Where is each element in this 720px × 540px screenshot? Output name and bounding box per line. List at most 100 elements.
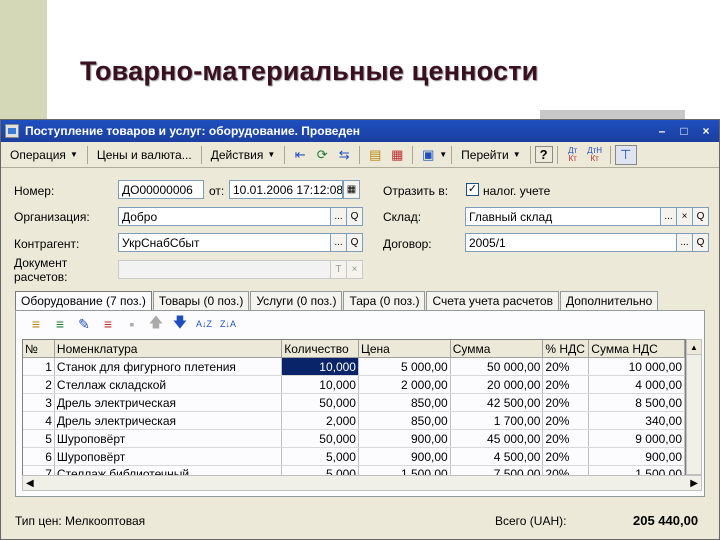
debit-credit-icon[interactable]: Дт Кт bbox=[562, 145, 584, 165]
table-row[interactable]: 3 Дрель электрическая 50,000 850,00 42 5… bbox=[23, 394, 685, 412]
move-icon[interactable]: ⇆ bbox=[333, 145, 355, 165]
search-icon[interactable]: Q bbox=[692, 233, 709, 252]
contractor-field[interactable]: УкрСнабСбыт bbox=[118, 233, 331, 252]
delete-row-icon[interactable]: ≡ bbox=[96, 314, 120, 334]
tab-equipment[interactable]: Оборудование (7 поз.) bbox=[15, 291, 152, 312]
table-row[interactable]: 6 Шуроповёрт 5,000 900,00 4 500,00 20% 9… bbox=[23, 448, 685, 466]
search-icon[interactable]: Q bbox=[692, 207, 709, 226]
cell-sum[interactable]: 45 000,00 bbox=[451, 430, 544, 447]
cell-vat-sum[interactable]: 4 000,00 bbox=[589, 376, 685, 393]
goto-menu[interactable]: Перейти ▼ bbox=[456, 145, 525, 165]
refresh-icon[interactable]: ⟳ bbox=[311, 145, 333, 165]
cell-sum[interactable]: 4 500,00 bbox=[451, 448, 544, 465]
table-row[interactable]: 4 Дрель электрическая 2,000 850,00 1 700… bbox=[23, 412, 685, 430]
cell-nomenclature[interactable]: Стеллаж складской bbox=[55, 376, 283, 393]
column-header-vat-sum[interactable]: Сумма НДС bbox=[589, 340, 685, 357]
cell-quantity[interactable]: 5,000 bbox=[282, 448, 359, 465]
cell-quantity[interactable]: 10,000 bbox=[282, 376, 359, 393]
cell-nomenclature[interactable]: Дрель электрическая bbox=[55, 394, 283, 411]
move-down-icon[interactable]: 🡇 bbox=[168, 314, 192, 334]
post-icon[interactable]: ⇤ bbox=[289, 145, 311, 165]
cell-quantity[interactable]: 50,000 bbox=[282, 394, 359, 411]
tab-additional[interactable]: Дополнительно bbox=[559, 291, 659, 311]
prices-button[interactable]: Цены и валюта... bbox=[92, 145, 197, 165]
print-icon[interactable]: ▣ bbox=[417, 145, 439, 165]
operation-menu[interactable]: Операция ▼ bbox=[5, 145, 83, 165]
cell-vat-rate[interactable]: 20% bbox=[543, 376, 590, 393]
tab-containers[interactable]: Тара (0 поз.) bbox=[343, 291, 426, 311]
cell-sum[interactable]: 1 700,00 bbox=[451, 412, 544, 429]
contract-field[interactable]: 2005/1 bbox=[465, 233, 677, 252]
sort-asc-icon[interactable]: A↓Z bbox=[192, 314, 216, 334]
dropdown-arrow-icon[interactable]: ▼ bbox=[439, 150, 447, 159]
select-ellipsis-button[interactable]: ... bbox=[660, 207, 677, 226]
cell-price[interactable]: 850,00 bbox=[359, 394, 451, 411]
clear-icon[interactable]: × bbox=[676, 207, 693, 226]
column-header-vat-rate[interactable]: % НДС bbox=[543, 340, 590, 357]
cell-sum[interactable]: 20 000,00 bbox=[451, 376, 544, 393]
cell-vat-rate[interactable]: 20% bbox=[543, 412, 590, 429]
search-icon[interactable]: Q bbox=[346, 207, 363, 226]
search-icon[interactable]: Q bbox=[346, 233, 363, 252]
warehouse-field[interactable]: Главный склад bbox=[465, 207, 661, 226]
edit-row-icon[interactable]: ✎ bbox=[72, 314, 96, 334]
vertical-scrollbar[interactable]: ▲ bbox=[686, 339, 702, 475]
cell-nomenclature[interactable]: Шуроповёрт bbox=[55, 430, 283, 447]
cell-vat-rate[interactable]: 20% bbox=[543, 448, 590, 465]
cell-quantity[interactable]: 2,000 bbox=[282, 412, 359, 429]
table-row[interactable]: 1 Станок для фигурного плетения 10,000 5… bbox=[23, 358, 685, 376]
structure-icon[interactable]: ⊤ bbox=[614, 144, 637, 165]
organization-field[interactable]: Добро bbox=[118, 207, 331, 226]
scroll-right-icon[interactable]: ▶ bbox=[690, 478, 698, 489]
cell-vat-sum[interactable]: 9 000,00 bbox=[589, 430, 685, 447]
cell-quantity[interactable]: 10,000 bbox=[282, 358, 359, 375]
cell-price[interactable]: 900,00 bbox=[359, 448, 451, 465]
help-icon[interactable]: ? bbox=[534, 146, 553, 163]
table-row[interactable]: 2 Стеллаж складской 10,000 2 000,00 20 0… bbox=[23, 376, 685, 394]
debit-credit-tax-icon[interactable]: ДтН Кт bbox=[584, 145, 606, 165]
copy-row-icon[interactable]: ≡ bbox=[48, 314, 72, 334]
cell-vat-rate[interactable]: 20% bbox=[543, 394, 590, 411]
select-ellipsis-button[interactable]: ... bbox=[330, 233, 347, 252]
cell-price[interactable]: 850,00 bbox=[359, 412, 451, 429]
minimize-button[interactable]: – bbox=[653, 123, 671, 139]
add-row-icon[interactable]: ≡ bbox=[24, 314, 48, 334]
window-titlebar[interactable]: Поступление товаров и услуг: оборудовани… bbox=[1, 120, 719, 142]
column-header-quantity[interactable]: Количество bbox=[282, 340, 359, 357]
save-icon[interactable]: ▤ bbox=[364, 145, 386, 165]
cell-sum[interactable]: 50 000,00 bbox=[451, 358, 544, 375]
number-field[interactable]: ДО00000006 bbox=[118, 180, 204, 199]
column-header-nomenclature[interactable]: Номенклатура bbox=[55, 340, 283, 357]
maximize-button[interactable]: □ bbox=[675, 123, 693, 139]
cell-price[interactable]: 2 000,00 bbox=[359, 376, 451, 393]
cell-nomenclature[interactable]: Станок для фигурного плетения bbox=[55, 358, 283, 375]
tax-checkbox[interactable]: ✓ bbox=[466, 183, 479, 196]
date-field[interactable]: 10.01.2006 17:12:08 bbox=[229, 180, 343, 199]
cell-vat-sum[interactable]: 340,00 bbox=[589, 412, 685, 429]
cell-quantity[interactable]: 50,000 bbox=[282, 430, 359, 447]
tab-goods[interactable]: Товары (0 поз.) bbox=[152, 291, 250, 311]
delete-icon[interactable]: ▦ bbox=[386, 145, 408, 165]
column-header-price[interactable]: Цена bbox=[359, 340, 451, 357]
cell-vat-sum[interactable]: 8 500,00 bbox=[589, 394, 685, 411]
table-row[interactable]: 5 Шуроповёрт 50,000 900,00 45 000,00 20%… bbox=[23, 430, 685, 448]
actions-menu[interactable]: Действия ▼ bbox=[206, 145, 281, 165]
cell-nomenclature[interactable]: Шуроповёрт bbox=[55, 448, 283, 465]
scroll-up-icon[interactable]: ▲ bbox=[687, 340, 701, 355]
close-button[interactable]: × bbox=[697, 123, 715, 139]
column-header-sum[interactable]: Сумма bbox=[451, 340, 544, 357]
cell-vat-sum[interactable]: 10 000,00 bbox=[589, 358, 685, 375]
cell-price[interactable]: 5 000,00 bbox=[359, 358, 451, 375]
tab-settlement-accounts[interactable]: Счета учета расчетов bbox=[426, 291, 559, 311]
cell-nomenclature[interactable]: Дрель электрическая bbox=[55, 412, 283, 429]
select-ellipsis-button[interactable]: ... bbox=[676, 233, 693, 252]
select-ellipsis-button[interactable]: ... bbox=[330, 207, 347, 226]
calendar-icon[interactable]: ▦ bbox=[343, 180, 360, 199]
cell-vat-rate[interactable]: 20% bbox=[543, 358, 590, 375]
column-header-number[interactable]: № bbox=[23, 340, 55, 357]
horizontal-scrollbar[interactable]: ◀ ▶ bbox=[22, 475, 702, 491]
tab-services[interactable]: Услуги (0 поз.) bbox=[250, 291, 343, 311]
cell-sum[interactable]: 42 500,00 bbox=[451, 394, 544, 411]
cell-price[interactable]: 900,00 bbox=[359, 430, 451, 447]
cell-vat-rate[interactable]: 20% bbox=[543, 430, 590, 447]
